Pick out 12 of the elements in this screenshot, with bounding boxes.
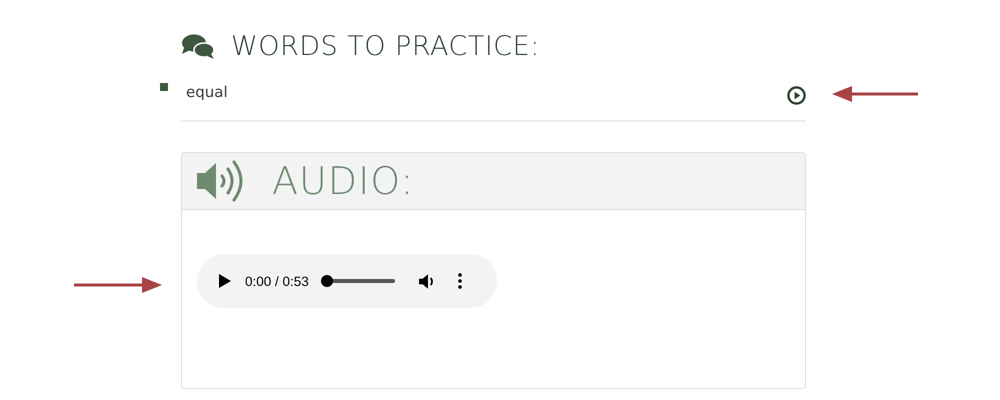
chat-icon (181, 33, 215, 59)
audio-player[interactable]: 0:00 / 0:53 (197, 254, 497, 308)
bullet-icon (160, 83, 168, 91)
card-title: AUDIO: (272, 159, 414, 203)
word-text: equal (186, 83, 228, 101)
section-title: WORDS TO PRACTICE: (231, 30, 540, 62)
play-icon[interactable] (219, 274, 231, 288)
time-display: 0:00 / 0:53 (245, 274, 309, 288)
more-icon[interactable] (458, 273, 462, 289)
progress-thumb[interactable] (320, 275, 333, 287)
progress-track[interactable] (320, 275, 395, 287)
play-icon[interactable] (787, 86, 806, 104)
